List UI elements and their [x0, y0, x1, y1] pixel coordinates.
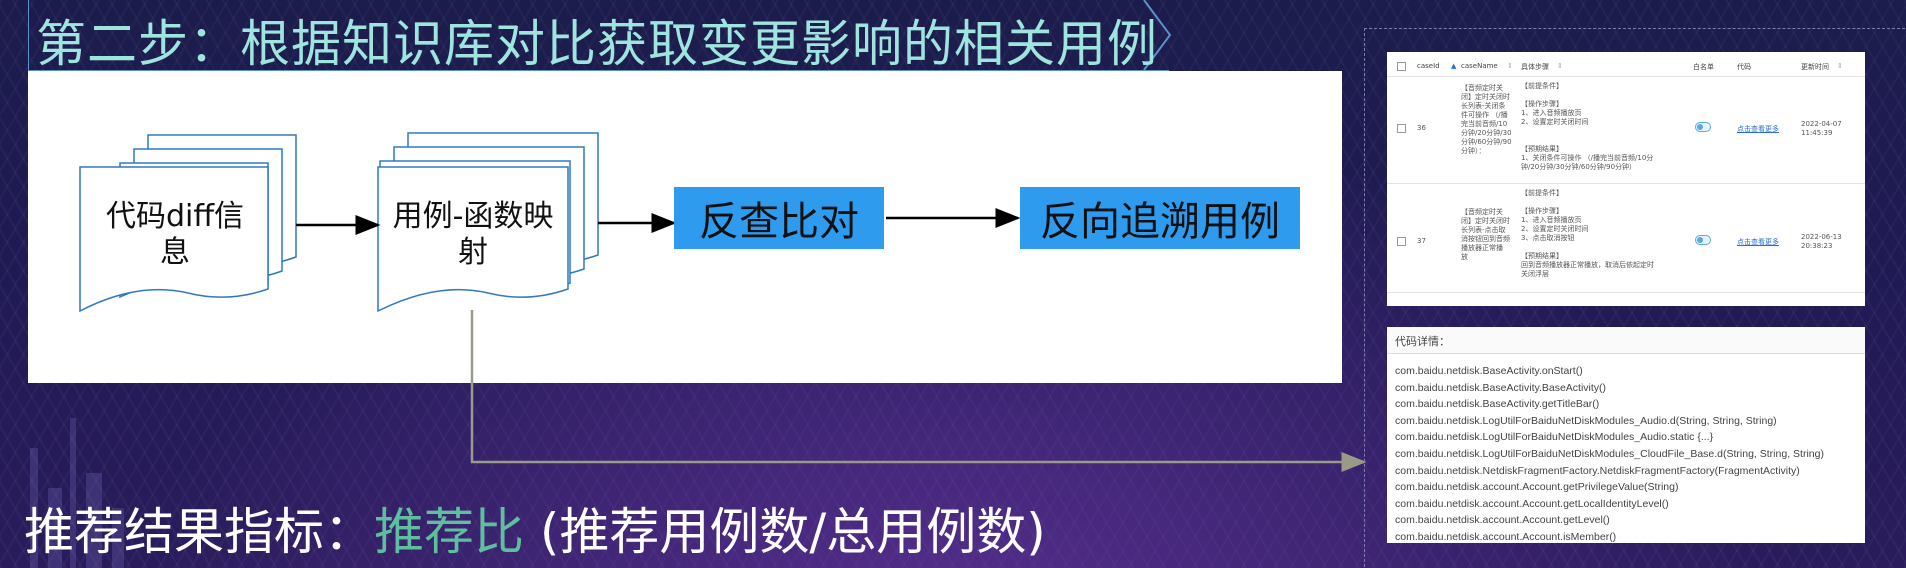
text-line: 分钟）：	[1461, 147, 1486, 155]
text-line: 【操作步骤】	[1521, 100, 1563, 108]
text-line: 闭】定时关闭时	[1461, 93, 1510, 101]
cell-updated: 2022-06-13 20:38:23	[1801, 233, 1842, 251]
sort-icon[interactable]: ▲	[1451, 62, 1456, 70]
text-line	[1521, 243, 1654, 252]
text-line: 2、设置定时关闭时间	[1521, 118, 1589, 126]
code-function-item: com.baidu.netdisk.LogUtilForBaiduNetDisk…	[1395, 414, 1777, 427]
text-line: 件可操作 （/播	[1461, 111, 1508, 119]
col-header-caseid[interactable]: caseId	[1417, 62, 1440, 70]
text-line: 放	[1461, 253, 1468, 261]
row-divider	[1387, 292, 1865, 293]
row-checkbox[interactable]	[1397, 124, 1406, 133]
text-line: 分钟/20分钟/30	[1461, 129, 1512, 137]
text-line: 【音频定时关	[1461, 84, 1503, 92]
text-line	[1521, 91, 1653, 100]
code-function-item: com.baidu.netdisk.BaseActivity.getTitleB…	[1395, 398, 1600, 411]
cell-casename: 【音频定时关 闭】定时关闭时 长列表-点击取 消按钮回到音频 播放器正常播 放	[1461, 208, 1510, 262]
metric-label: 推荐结果指标：	[24, 503, 374, 561]
code-function-item: com.baidu.netdisk.account.Account.getPri…	[1395, 481, 1679, 494]
row-checkbox[interactable]	[1397, 237, 1406, 246]
code-details-panel: 代码详情： com.baidu.netdisk.BaseActivity.onS…	[1387, 327, 1865, 543]
text-line: 分钟/60分钟/90	[1461, 138, 1512, 146]
doc-label-code-diff: 代码diff信息	[105, 199, 245, 270]
text-line: 关闭浮层	[1521, 270, 1549, 278]
col-header-casename[interactable]: caseName	[1461, 62, 1498, 70]
row-divider	[1387, 183, 1865, 184]
text-line: 2022-04-07	[1801, 120, 1842, 128]
code-function-item: com.baidu.netdisk.BaseActivity.BaseActiv…	[1395, 381, 1607, 394]
text-line: 消按钮回到音频	[1461, 235, 1510, 243]
text-line: 【预期结果】	[1521, 252, 1563, 260]
sort-icon[interactable]: ⇕	[1507, 62, 1513, 70]
metric-highlight: 推荐比	[374, 503, 524, 561]
text-line: 长列表-关闭条	[1461, 102, 1506, 110]
text-line: 1、进入音频播放页	[1521, 216, 1582, 224]
whitelist-toggle[interactable]	[1695, 235, 1711, 245]
row-divider	[1387, 76, 1865, 77]
whitelist-toggle[interactable]	[1695, 122, 1711, 132]
text-line: 2、设置定时关闭时间	[1521, 225, 1589, 233]
col-header-whitelist[interactable]: 白名单	[1693, 62, 1714, 72]
col-header-updated[interactable]: 更新时间	[1801, 62, 1829, 72]
doc-stack-code-diff	[79, 134, 297, 313]
text-line	[1521, 127, 1653, 136]
text-line: 【前提条件】	[1521, 189, 1563, 197]
code-function-list: com.baidu.netdisk.BaseActivity.onStart()…	[1395, 363, 1824, 546]
code-function-item: com.baidu.netdisk.NetdiskFragmentFactory…	[1395, 464, 1800, 477]
sort-icon[interactable]: ⇕	[1837, 62, 1843, 70]
code-function-item: com.baidu.netdisk.BaseActivity.onStart()	[1395, 365, 1583, 377]
box-reverse-compare: 反查比对	[674, 187, 884, 249]
code-function-item: com.baidu.netdisk.LogUtilForBaiduNetDisk…	[1395, 431, 1714, 444]
cell-steps: 【前提条件】 【操作步骤】 1、进入音频播放页 2、设置定时关闭时间 3、点击取…	[1521, 189, 1654, 279]
select-all-checkbox[interactable]	[1397, 62, 1406, 71]
col-header-steps[interactable]: 具体步骤	[1521, 62, 1549, 72]
text-line: 3、点击取消按钮	[1521, 234, 1575, 242]
code-function-item: com.baidu.netdisk.account.Account.getLev…	[1395, 514, 1610, 527]
metric-formula: (推荐用例数/总用例数)	[539, 503, 1046, 561]
text-line: 闭】定时关闭时	[1461, 217, 1510, 225]
code-function-item: com.baidu.netdisk.account.Account.getLoc…	[1395, 497, 1669, 510]
text-line: 钟/20分钟/30分钟/60分钟/90分钟）	[1521, 163, 1637, 171]
cell-casename: 【音频定时关 闭】定时关闭时 长列表-关闭条 件可操作 （/播 完当前音频/10…	[1461, 84, 1512, 156]
code-function-item: com.baidu.netdisk.account.Account.isMemb…	[1395, 530, 1617, 543]
code-function-item: com.baidu.netdisk.LogUtilForBaiduNetDisk…	[1395, 447, 1824, 460]
text-line: 【操作步骤】	[1521, 207, 1563, 215]
text-line	[1521, 198, 1654, 207]
text-line: 2022-06-13	[1801, 233, 1842, 241]
flow-diagram-panel: 代码diff信息 用例-函数映射 反查比对 反向追溯用例	[28, 71, 1342, 383]
code-view-more-link[interactable]: 点击查看更多	[1737, 237, 1779, 247]
box-trace-cases: 反向追溯用例	[1020, 187, 1300, 249]
text-line: 1、关闭条件可操作 （/播完当前音频/10分	[1521, 154, 1654, 162]
col-header-code[interactable]: 代码	[1737, 62, 1751, 72]
text-line: 播放器正常播	[1461, 244, 1503, 252]
text-line: 【前提条件】	[1521, 82, 1563, 90]
text-line: 长列表-点击取	[1461, 226, 1506, 234]
text-line: 11:45:39	[1801, 129, 1833, 137]
slide-title: 第二步：根据知识库对比获取变更影响的相关用例	[36, 15, 1158, 73]
case-table: caseId ▲ caseName ⇕ 具体步骤 ⇕ 白名单 代码 更新时间 ⇕…	[1387, 52, 1865, 306]
text-line: 回到音频播放器正常播放，取消后依起定时	[1521, 261, 1654, 269]
cell-steps: 【前提条件】 【操作步骤】 1、进入音频播放页 2、设置定时关闭时间 【预期结果…	[1521, 82, 1653, 172]
recommendation-metric: 推荐结果指标：推荐比 (推荐用例数/总用例数)	[24, 492, 1046, 564]
text-line: 1、进入音频播放页	[1521, 109, 1582, 117]
doc-label-case-mapping: 用例-函数映射	[392, 199, 554, 270]
code-details-title: 代码详情：	[1395, 335, 1450, 348]
cell-caseid: 37	[1417, 237, 1426, 245]
code-details-header: 代码详情：	[1387, 327, 1865, 354]
cell-caseid: 36	[1417, 124, 1426, 132]
text-line: 20:38:23	[1801, 242, 1833, 250]
text-line: 完当前音频/10	[1461, 120, 1508, 128]
text-line	[1521, 136, 1653, 145]
text-line: 【预期结果】	[1521, 145, 1563, 153]
cell-updated: 2022-04-07 11:45:39	[1801, 120, 1842, 138]
sort-icon[interactable]: ⇕	[1557, 62, 1563, 70]
code-view-more-link[interactable]: 点击查看更多	[1737, 124, 1779, 134]
text-line: 【音频定时关	[1461, 208, 1503, 216]
